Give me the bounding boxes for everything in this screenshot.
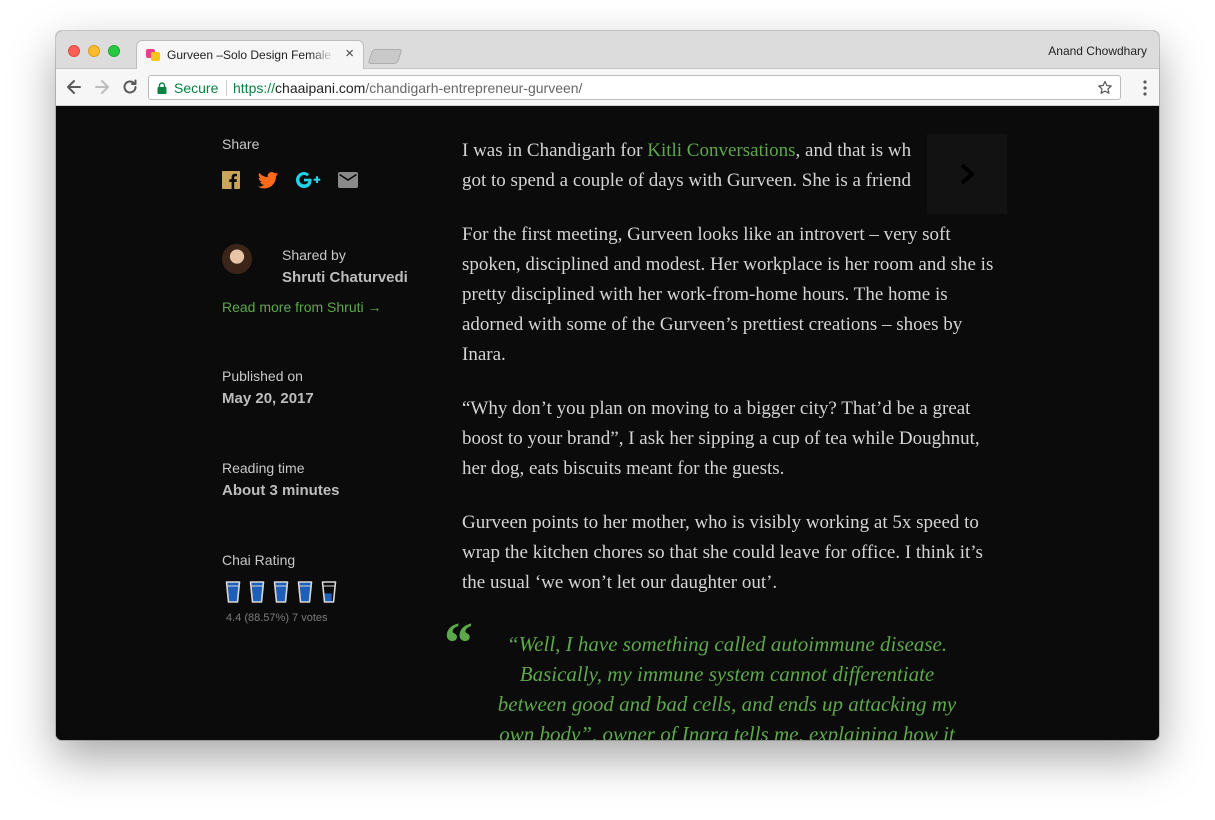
paragraph-3: “Why don’t you plan on moving to a bigge… xyxy=(462,398,980,479)
url-scheme: https:// xyxy=(233,80,276,96)
chevron-right-icon xyxy=(960,163,974,185)
paragraph-4: Gurveen points to her mother, who is vis… xyxy=(462,512,983,593)
chai-rating-cups[interactable] xyxy=(224,580,344,606)
chai-rating-label: Chai Rating xyxy=(222,552,296,568)
next-article-button[interactable] xyxy=(927,134,1007,214)
paragraph-1: I was in Chandigarh for Kitli Conversati… xyxy=(462,136,1002,196)
new-tab-button[interactable] xyxy=(367,49,403,64)
reading-time-value: About 3 minutes xyxy=(222,482,340,499)
pull-quote: “Well, I have something called autoimmun… xyxy=(497,632,957,740)
reload-icon[interactable] xyxy=(120,77,140,97)
published-label: Published on xyxy=(222,368,303,384)
more-menu-icon[interactable] xyxy=(1143,80,1147,96)
bookmark-star-icon[interactable] xyxy=(1097,80,1113,96)
author-avatar[interactable] xyxy=(222,244,252,274)
rating-summary: 4.4 (88.57%) 7 votes xyxy=(226,612,328,624)
secure-label: Secure xyxy=(174,80,219,96)
forward-arrow-icon[interactable] xyxy=(92,77,112,97)
chai-cup-icon[interactable] xyxy=(296,580,314,604)
tab-active[interactable]: Gurveen –Solo Design Female × xyxy=(136,40,364,69)
profile-name[interactable]: Anand Chowdhary xyxy=(1048,44,1147,58)
browser-toolbar: Secure https://chaaipani.com/chandigarh-… xyxy=(56,69,1159,106)
paragraph-2: For the first meeting, Gurveen looks lik… xyxy=(462,224,994,365)
url-host: chaaipani.com xyxy=(275,80,366,96)
chai-cup-icon[interactable] xyxy=(248,580,266,604)
share-buttons xyxy=(222,169,382,191)
close-window-button[interactable] xyxy=(68,45,80,57)
read-more-link[interactable]: Read more from Shruti → xyxy=(222,299,382,315)
address-divider xyxy=(226,80,227,96)
browser-window: Gurveen –Solo Design Female × Anand Chow… xyxy=(56,31,1159,740)
address-bar[interactable]: Secure https://chaaipani.com/chandigarh-… xyxy=(148,75,1121,100)
chai-cup-icon[interactable] xyxy=(224,580,242,604)
published-date: May 20, 2017 xyxy=(222,390,314,407)
chai-cup-icon[interactable] xyxy=(320,580,338,604)
url-path: /chandigarh-entrepreneur-gurveen/ xyxy=(365,80,583,96)
twitter-icon[interactable] xyxy=(257,169,279,191)
back-arrow-icon[interactable] xyxy=(64,77,84,97)
author-name[interactable]: Shruti Chaturvedi xyxy=(282,269,408,286)
tab-title: Gurveen –Solo Design Female xyxy=(167,48,332,62)
paragraph-1-line-2: got to spend a couple of days with Gurve… xyxy=(462,170,912,191)
paragraph-1-end: , and that is wh xyxy=(795,140,912,161)
kitli-conversations-link[interactable]: Kitli Conversations xyxy=(647,140,795,161)
facebook-icon[interactable] xyxy=(222,169,240,191)
chai-cup-icon[interactable] xyxy=(272,580,290,604)
lock-icon xyxy=(157,82,167,94)
share-label: Share xyxy=(222,136,260,152)
tab-strip: Gurveen –Solo Design Female × Anand Chow… xyxy=(56,31,1159,69)
shared-by-label: Shared by xyxy=(282,247,346,263)
email-icon[interactable] xyxy=(337,169,359,191)
minimize-window-button[interactable] xyxy=(88,45,100,57)
site-favicon-icon xyxy=(146,49,160,61)
page-content: Share Shared by Shruti Chaturvedi Read m… xyxy=(56,106,1159,740)
url-text[interactable]: https://chaaipani.com/chandigarh-entrepr… xyxy=(233,80,582,96)
quote-mark-icon: “ xyxy=(444,610,473,675)
paragraph-1-start: I was in Chandigarh for xyxy=(462,140,648,161)
zoom-window-button[interactable] xyxy=(108,45,120,57)
tab-close-icon[interactable]: × xyxy=(345,46,354,62)
google-plus-icon[interactable] xyxy=(296,169,322,191)
reading-time-label: Reading time xyxy=(222,460,305,476)
